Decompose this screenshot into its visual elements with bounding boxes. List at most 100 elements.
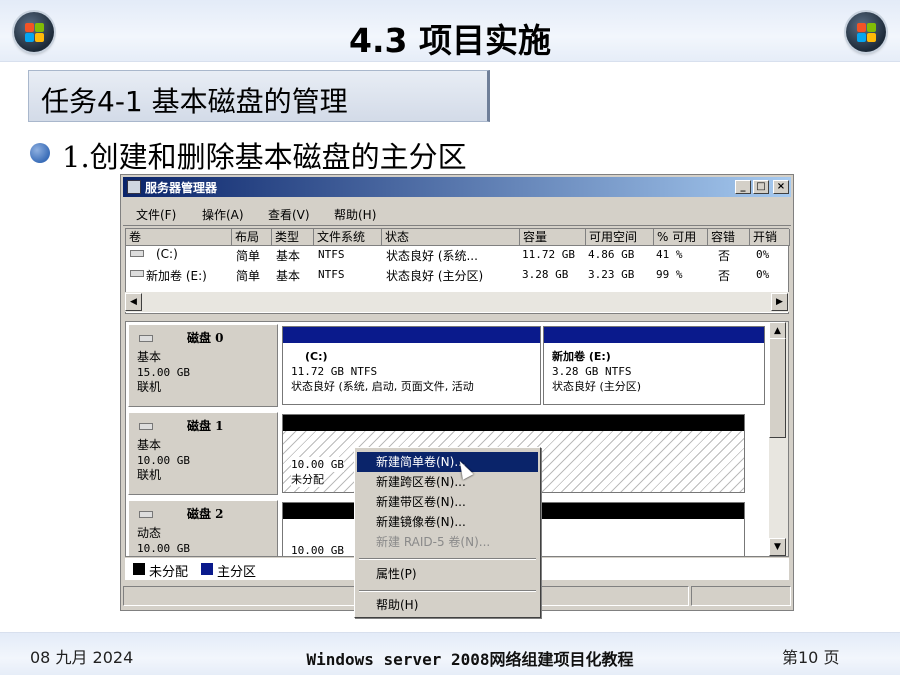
menu-separator bbox=[359, 558, 536, 560]
menu-item-new-mirrored-volume[interactable]: 新建镜像卷(N)... bbox=[357, 512, 538, 532]
menu-bar: 文件(F) 操作(A) 查看(V) 帮助(H) bbox=[123, 201, 791, 223]
disk-type: 动态 bbox=[137, 526, 162, 540]
cell-fault-tolerance: 否 bbox=[718, 269, 731, 283]
menu-view[interactable]: 查看(V) bbox=[268, 206, 310, 223]
partition-status: 未分配 bbox=[291, 472, 324, 487]
vertical-scrollbar[interactable]: ▲ ▼ bbox=[769, 322, 788, 556]
bullet-text: 1.创建和删除基本磁盘的主分区 bbox=[62, 140, 467, 174]
partition-size: 3.28 GB NTFS bbox=[552, 365, 632, 378]
column-header-status[interactable]: 状态 bbox=[382, 229, 520, 246]
menu-help[interactable]: 帮助(H) bbox=[334, 206, 376, 223]
scroll-thumb[interactable] bbox=[769, 338, 786, 438]
slide-title: 4.3 项目实施 bbox=[349, 21, 551, 60]
disk-name: 磁盘 2 bbox=[187, 507, 224, 521]
drive-icon bbox=[130, 250, 144, 257]
column-header-volume[interactable]: 卷 bbox=[126, 229, 232, 246]
horizontal-scrollbar[interactable]: ◀ ▶ bbox=[125, 292, 789, 312]
scroll-left-icon[interactable]: ◀ bbox=[125, 293, 142, 311]
partition-status: 状态良好 (主分区) bbox=[552, 380, 642, 393]
menu-separator bbox=[359, 590, 536, 592]
server-manager-icon bbox=[127, 180, 141, 194]
column-header-type[interactable]: 类型 bbox=[272, 229, 314, 246]
column-header-free-space[interactable]: 可用空间 bbox=[586, 229, 654, 246]
partition-e[interactable]: 新加卷 (E:) 3.28 GB NTFS 状态良好 (主分区) bbox=[543, 326, 765, 405]
bullet-icon bbox=[30, 143, 50, 163]
cell-free-space: 4.86 GB bbox=[588, 248, 635, 261]
close-button[interactable]: × bbox=[773, 180, 789, 194]
disk-icon bbox=[139, 423, 153, 430]
disk-1-label[interactable]: 磁盘 1 基本 10.00 GB 联机 bbox=[128, 412, 278, 495]
partition-size: 11.72 GB NTFS bbox=[291, 365, 378, 378]
cell-type: 基本 bbox=[276, 269, 301, 283]
disk-size: 10.00 GB bbox=[137, 542, 190, 555]
menu-action[interactable]: 操作(A) bbox=[202, 206, 244, 223]
disk-icon bbox=[139, 511, 153, 518]
window-title: 服务器管理器 bbox=[145, 181, 218, 195]
minimize-button[interactable]: _ bbox=[735, 180, 751, 194]
cell-layout: 简单 bbox=[236, 249, 261, 263]
cell-overhead: 0% bbox=[756, 268, 770, 281]
partition-title: 新加卷 (E:) bbox=[552, 350, 611, 363]
disk-0-label[interactable]: 磁盘 0 基本 15.00 GB 联机 bbox=[128, 324, 278, 407]
menu-file[interactable]: 文件(F) bbox=[136, 206, 176, 223]
disk-state: 联机 bbox=[137, 380, 162, 394]
menu-item-new-simple-volume[interactable]: 新建简单卷(N)... bbox=[357, 452, 538, 472]
cell-fault-tolerance: 否 bbox=[718, 249, 731, 263]
partition-c[interactable]: (C:) 11.72 GB NTFS 状态良好 (系统, 启动, 页面文件, 活… bbox=[282, 326, 541, 405]
status-panel bbox=[691, 586, 791, 606]
cell-percent-free: 41 % bbox=[656, 248, 683, 261]
partition-title: (C:) bbox=[305, 350, 328, 363]
maximize-button[interactable]: □ bbox=[753, 180, 769, 194]
task-box: 任务4-1 基本磁盘的管理 bbox=[28, 70, 490, 122]
cell-volume: 新加卷 (E:) bbox=[146, 269, 207, 283]
legend-primary-swatch bbox=[201, 563, 213, 575]
footer-title: Windows server 2008网络组建项目化教程 bbox=[306, 650, 634, 669]
legend-unallocated-label: 未分配 bbox=[149, 565, 189, 580]
primary-partition-bar bbox=[283, 327, 540, 343]
task-title: 任务4-1 基本磁盘的管理 bbox=[41, 85, 348, 118]
disk-size: 15.00 GB bbox=[137, 366, 190, 379]
menu-item-new-spanned-volume[interactable]: 新建跨区卷(N)... bbox=[357, 472, 538, 492]
cell-filesystem: NTFS bbox=[318, 248, 345, 261]
cell-free-space: 3.23 GB bbox=[588, 268, 635, 281]
disk-type: 基本 bbox=[137, 438, 162, 452]
disk-name: 磁盘 1 bbox=[187, 419, 224, 433]
disk-icon bbox=[139, 335, 153, 342]
drive-icon bbox=[130, 270, 144, 277]
menu-item-help[interactable]: 帮助(H) bbox=[357, 595, 538, 615]
partition-status: 状态良好 (系统, 启动, 页面文件, 活动 bbox=[291, 380, 474, 393]
window-titlebar[interactable]: 服务器管理器 _ □ × bbox=[123, 177, 791, 197]
menu-item-properties[interactable]: 属性(P) bbox=[357, 564, 538, 584]
cell-status: 状态良好 (主分区) bbox=[386, 269, 484, 283]
scroll-right-icon[interactable]: ▶ bbox=[771, 293, 788, 311]
cell-layout: 简单 bbox=[236, 269, 261, 283]
footer-page-number: 第10 页 bbox=[782, 648, 840, 667]
cell-capacity: 11.72 GB bbox=[522, 248, 575, 261]
partition-size: 10.00 GB bbox=[291, 457, 344, 472]
unallocated-bar bbox=[283, 415, 744, 431]
legend-unallocated-swatch bbox=[133, 563, 145, 575]
scroll-down-icon[interactable]: ▼ bbox=[769, 538, 786, 556]
disk-2-label[interactable]: 磁盘 2 动态 10.00 GB bbox=[128, 500, 278, 556]
primary-partition-bar bbox=[544, 327, 764, 343]
column-header-overhead[interactable]: 开销 bbox=[750, 229, 790, 246]
menu-divider bbox=[123, 225, 791, 226]
column-header-layout[interactable]: 布局 bbox=[232, 229, 272, 246]
column-header-percent-free[interactable]: % 可用 bbox=[654, 229, 708, 246]
disk-size: 10.00 GB bbox=[137, 454, 190, 467]
cell-status: 状态良好 (系统... bbox=[386, 249, 478, 263]
column-header-filesystem[interactable]: 文件系统 bbox=[314, 229, 382, 246]
cell-filesystem: NTFS bbox=[318, 268, 345, 281]
legend-primary-label: 主分区 bbox=[217, 565, 257, 580]
cell-overhead: 0% bbox=[756, 248, 770, 261]
context-menu: 新建简单卷(N)... 新建跨区卷(N)... 新建带区卷(N)... 新建镜像… bbox=[354, 447, 541, 618]
cell-percent-free: 99 % bbox=[656, 268, 683, 281]
column-header-capacity[interactable]: 容量 bbox=[520, 229, 586, 246]
disk-type: 基本 bbox=[137, 350, 162, 364]
menu-item-new-striped-volume[interactable]: 新建带区卷(N)... bbox=[357, 492, 538, 512]
column-header-fault-tolerance[interactable]: 容错 bbox=[708, 229, 750, 246]
disk-name: 磁盘 0 bbox=[187, 331, 224, 345]
cell-volume: (C:) bbox=[156, 247, 178, 261]
disk-state: 联机 bbox=[137, 468, 162, 482]
cell-capacity: 3.28 GB bbox=[522, 268, 569, 281]
